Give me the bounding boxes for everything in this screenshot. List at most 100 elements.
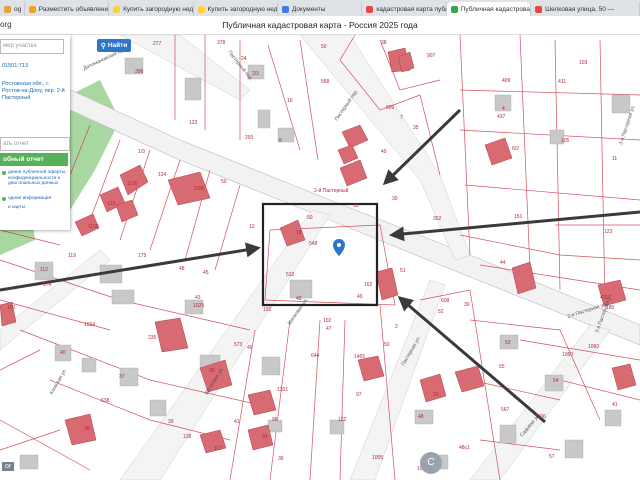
browser-tab[interactable]: Купить загородную нед [109, 2, 194, 16]
parcel-number-label: 56 [433, 392, 439, 398]
parcel-number-label: 1106 [88, 224, 99, 230]
parcel-number-label: 55 [499, 364, 505, 370]
browser-tab[interactable]: кадастровая карта публ [362, 2, 447, 16]
parcel-number-label: 8 [279, 138, 282, 144]
browser-tab[interactable]: Купить загородную нед [194, 2, 278, 16]
browser-tab[interactable]: Шелковая улица, 50 — [531, 2, 640, 16]
parcel-number-label: 1201 [277, 387, 288, 393]
parcel-number-label: 49 [357, 294, 363, 300]
cadastral-map[interactable]: 277 378245038396 2/3568907103409 41110609 44… [0, 35, 640, 480]
parcel-number-label: 103 [579, 60, 588, 66]
parcel-number-label: 12 [249, 224, 255, 230]
browser-tab[interactable]: Публичная кадастровая× [446, 2, 532, 16]
map-legend-link[interactable]: и карты [8, 205, 68, 211]
reference-info-link[interactable]: одная информация [8, 196, 68, 202]
parcel-number-label: 57 [549, 454, 555, 460]
parcel-number-label: 638 [101, 398, 110, 404]
parcel-number-label: 235 [148, 335, 157, 341]
parcel-number-label: 35 [413, 125, 419, 131]
tab-label: кадастровая карта публ [376, 5, 447, 13]
tab-label: Купить загородную нед [207, 5, 278, 13]
search-icon: ⚲ [100, 42, 106, 50]
parcel-number-label: 11 [612, 156, 617, 162]
parcel-number-label: 378 [217, 40, 226, 46]
parcel-number-label: 105 [561, 138, 570, 144]
parcel-number-label: 102 [323, 318, 332, 324]
parcel-number-label: 151 [514, 214, 523, 220]
browser-tab[interactable]: Разместить объявлени [25, 2, 110, 16]
tab-label: Публичная кадастровая [460, 5, 532, 13]
parcel-number-label: 907 [427, 53, 436, 59]
parcel-number-label: 1/58 [194, 186, 204, 192]
parcel-number-label: 4 [502, 106, 505, 112]
parcel-number-label: 50 [384, 342, 390, 348]
parcel-number-label: 50 [221, 179, 227, 185]
parcel-number-label: 548 [309, 241, 318, 247]
parcel-number-label: 293 [245, 135, 254, 141]
tab-favicon-icon [535, 5, 543, 13]
parcel-number-label: 122 [107, 201, 116, 207]
parcel-number-label: 2-й Пастерный [314, 187, 349, 194]
tab-label: Шелковая улица, 50 — [545, 5, 615, 13]
cadastral-number-link[interactable]: 01501:713 [2, 63, 28, 69]
info-bullet-icon [2, 171, 6, 175]
parcel-number-label: 44 [500, 260, 506, 266]
tab-label: Разместить объявлени [38, 5, 109, 13]
parcel-address: Ростовская обл., г. Ростов-на-Дону, пер.… [2, 81, 65, 101]
info-bullet-icon [2, 197, 6, 201]
tab-label: Документы [291, 5, 326, 13]
search-panel: мер участка 01501:713 Ростовская обл., г… [0, 35, 70, 230]
tab-favicon-icon [197, 5, 205, 13]
parcel-number-label: 532 [286, 272, 295, 278]
order-report-button[interactable]: обный отчет [0, 153, 68, 166]
parcel-number-label: 30 [464, 302, 470, 308]
find-button[interactable]: ⚲ Найти [97, 39, 131, 52]
parcel-number-label: 41 [234, 419, 240, 425]
parcel-number-label: 18 [296, 230, 302, 236]
parcel-number-label: 37 [119, 374, 125, 380]
parcel-number-label: 50 [307, 215, 313, 221]
parcel-number-label: 24 [241, 56, 247, 62]
parcel-number-label: 162 [364, 282, 373, 288]
parcel-number-label: 1050 [562, 352, 573, 358]
parcel-number-label: 277 [153, 41, 162, 47]
parcel-number-label: 192 [263, 307, 272, 313]
map-zoom-badge[interactable]: С [420, 452, 442, 474]
parcel-number-label: 38 [84, 426, 90, 432]
parcel-number-label: 567 [501, 407, 510, 413]
parcel-number-label: 124 [158, 172, 167, 178]
browser-tab-bar: og Разместить объявлени Купить загородную … [0, 0, 640, 16]
parcel-number-label: 41 [612, 402, 618, 408]
tab-label: Купить загородную нед [123, 5, 194, 13]
parcel-number-label: 1024 [84, 322, 95, 328]
parcel-number-label: 39 [168, 419, 174, 425]
parcel-number-label: 119 [68, 253, 76, 259]
parcel-number-label: 138 [183, 434, 192, 440]
offer-agreement-text[interactable]: дания публичной оферты, конфиденциальнос… [8, 170, 68, 187]
parcel-number-label: 7 [400, 115, 403, 121]
parcel-number-label: 117 [214, 446, 222, 452]
parcel-number-label: 40 [60, 350, 66, 356]
tab-favicon-icon [281, 5, 289, 13]
parcel-number-label: 98 [272, 417, 278, 423]
parcel-number-label: 437 [497, 114, 506, 120]
parcel-number-label: 608 [441, 298, 450, 304]
report-email-field[interactable]: ать отчет [0, 137, 70, 151]
browser-tab[interactable]: Документы [278, 2, 363, 16]
tab-favicon-icon [450, 5, 458, 13]
cadastral-search-input[interactable]: мер участка [0, 39, 64, 54]
parcel-number-label: 36 [278, 456, 284, 462]
parcel-number-label: 609 [386, 105, 395, 111]
parcel-number-label: 50 [321, 44, 327, 50]
parcel-number-label: 34 [262, 434, 268, 440]
tab-favicon-icon [366, 5, 374, 13]
parcel-number-label: 2 [395, 324, 398, 330]
parcel-number-label: 123 [604, 229, 613, 235]
parcel-number-label: 48 [418, 414, 424, 420]
parcel-number-label: 1025 [193, 303, 204, 309]
parcel-number-label: 174 [43, 282, 52, 288]
parcel-number-label: 568 [321, 79, 330, 85]
browser-tab[interactable]: og [0, 2, 25, 16]
parcel-number-label: 110 [7, 305, 15, 311]
parcel-number-label: 352 [433, 216, 442, 222]
